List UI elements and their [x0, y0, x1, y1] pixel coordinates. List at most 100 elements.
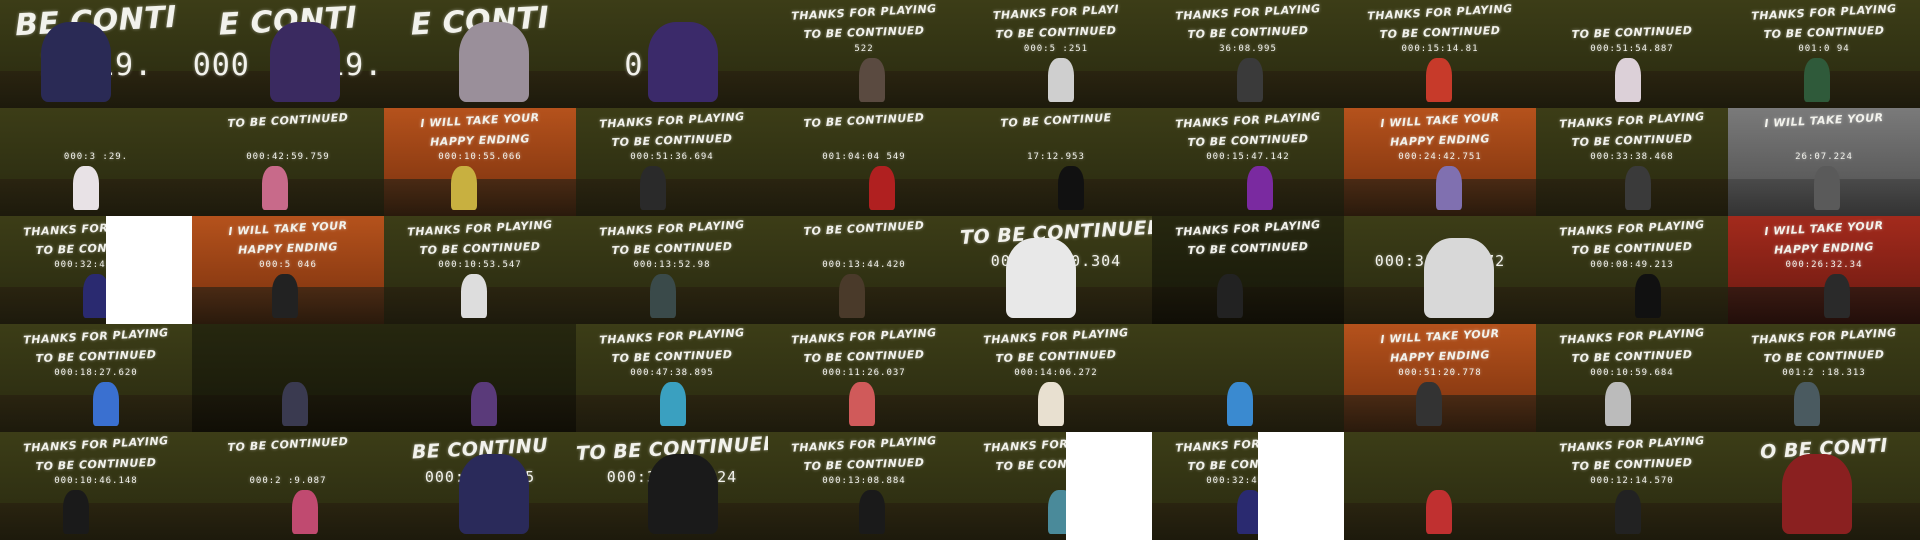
- avatar-figure: [272, 273, 298, 318]
- thumbnail-tile: THANKS FOR PLAYING TO BE CONTINUED 000:13:…: [768, 432, 960, 540]
- timer-text: 000:5 046: [259, 260, 317, 270]
- avatar-figure: [660, 381, 686, 426]
- thumbnail-tile: I WILL TAKE YOUR HAPPY ENDING 000:26:32.34: [1728, 216, 1920, 324]
- timer-text: 000:18:27.620: [54, 368, 138, 378]
- thumbnail-tile: THANKS FOR PLAYING TO BE CONTINUED 522: [768, 0, 960, 108]
- room-floor: [768, 179, 960, 216]
- timer-text: 000:42:59.759: [246, 152, 330, 162]
- thumbnail-tile: 000:3 :29.: [0, 108, 192, 216]
- timer-text: 000:13:52.98: [633, 260, 711, 270]
- thumbnail-tile: THANKS FOR PLAYING TO BE CONTINUED: [1152, 216, 1344, 324]
- avatar-figure: [1794, 381, 1820, 426]
- thumbnail-tile: BE CONTI12:19.: [0, 0, 192, 108]
- thumbnail-tile: O BE CONTI000: [1728, 432, 1920, 540]
- timer-text: 000:5 :251: [1023, 44, 1089, 54]
- thumbnail-tile: THANKS FOR PLAYING TO BE CONTINUED 000:33:…: [1536, 108, 1728, 216]
- avatar-figure: [1426, 489, 1452, 534]
- thumbnail-tile: THANKS FOR PLAYING TO BE CONTINUED: [960, 432, 1152, 540]
- timer-text: 000:26:32.34: [1785, 260, 1863, 270]
- avatar-figure: [1436, 165, 1462, 210]
- avatar-figure: [1048, 57, 1074, 102]
- thumbnail-tile: THANKS FOR PLAYING TO BE CONTINUED 36:08.9…: [1152, 0, 1344, 108]
- timer-text: 17:12.953: [1027, 152, 1085, 162]
- thumbnail-tile: [1152, 324, 1344, 432]
- avatar-figure: [282, 381, 308, 426]
- avatar-figure: [451, 165, 477, 210]
- avatar-figure: [640, 165, 666, 210]
- thumbnail-tile: THANKS FOR PLAYING TO BE CONTINUED 000:13:…: [576, 216, 768, 324]
- avatar-figure: [650, 273, 676, 318]
- timer-text: 000:2 :9.087: [249, 476, 327, 486]
- thumbnail-tile: I WILL TAKE YOUR HAPPY ENDING 000:5 046: [192, 216, 384, 324]
- thumbnail-tile: THANKS FOR PLAYING TO BE CONTINUED 000:10:…: [384, 216, 576, 324]
- avatar-figure: [648, 453, 718, 534]
- avatar-figure: [93, 381, 119, 426]
- timer-text: 000:51:20.778: [1398, 368, 1482, 378]
- room-floor: [960, 179, 1152, 216]
- thumbnail-tile: [1344, 432, 1536, 540]
- room-floor: [1728, 395, 1920, 432]
- avatar-figure: [1814, 165, 1840, 210]
- avatar-figure: [1227, 381, 1253, 426]
- thumbnail-tile: THANKS FOR PLAYING TO BE CONTINUED 001:0 9…: [1728, 0, 1920, 108]
- thumbnail-tile: THANKS FOR PLAYING TO BE CONTINUED 000:10:…: [1536, 324, 1728, 432]
- thumbnail-tile: THANKS FOR PLAYING TO BE CONTINUED 000:10:…: [0, 432, 192, 540]
- timer-text: 000:15:47.142: [1206, 152, 1290, 162]
- avatar-figure: [1006, 237, 1076, 318]
- timer-text: 000:12:14.570: [1590, 476, 1674, 486]
- avatar-figure: [1416, 381, 1442, 426]
- thumbnail-tile: TO BE CONTINUED000:38:40.304: [960, 216, 1152, 324]
- avatar-figure: [859, 57, 885, 102]
- avatar-figure: [859, 489, 885, 534]
- room-floor: [192, 503, 384, 540]
- thumbnail-tile: THANKS FOR PLAYING TO BE CONTINUED 000:12:…: [1536, 432, 1728, 540]
- avatar-figure: [1625, 165, 1651, 210]
- room-floor: [192, 179, 384, 216]
- thumbnail-tile: THANKS FOR PLAYING TO BE CONTINUED 000:18:…: [0, 324, 192, 432]
- timer-text: 522: [854, 44, 874, 54]
- avatar-figure: [461, 273, 487, 318]
- avatar-figure: [1058, 165, 1084, 210]
- avatar-figure: [292, 489, 318, 534]
- thumbnail-tile: TO BE CONTINUED 000:13:44.420: [768, 216, 960, 324]
- thumbnail-tile: THANKS FOR PLAYI TO BE CONTINUED 000:5 :25…: [960, 0, 1152, 108]
- timer-text: 000:3 :29.: [63, 152, 129, 162]
- avatar-figure: [41, 21, 111, 102]
- avatar-figure: [1615, 489, 1641, 534]
- timer-text: 000:51:36.694: [630, 152, 714, 162]
- avatar-figure: [1605, 381, 1631, 426]
- timer-text: 000:08:49.213: [1590, 260, 1674, 270]
- timer-text: 000:47:38.895: [630, 368, 714, 378]
- avatar-figure: [1635, 273, 1661, 318]
- thumbnail-tile: I WILL TAKE YOUR HAPPY ENDING 000:10:55.06…: [384, 108, 576, 216]
- timer-text: 001:04:04 549: [822, 152, 906, 162]
- room-floor: [1536, 287, 1728, 324]
- thumbnail-tile: BE CONTINU000:11:16.5: [384, 432, 576, 540]
- thumbnail-tile: THANKS FOR PLAYING TO BE CONTINUED 000:08:…: [1536, 216, 1728, 324]
- timer-text: 000:14:06.272: [1014, 368, 1098, 378]
- thumbnail-tile: TO BE CONTINUED 001:04:04 549: [768, 108, 960, 216]
- thumbnail-tile: [384, 324, 576, 432]
- thumbnail-tile: THANKS FOR PLAYING TO BE CONTINUED 000:15:…: [1344, 0, 1536, 108]
- avatar-figure: [849, 381, 875, 426]
- thumbnail-tile: TO BE CONTINUED 000:51:54.887: [1536, 0, 1728, 108]
- avatar-figure: [1824, 273, 1850, 318]
- timer-text: 000:13:08.884: [822, 476, 906, 486]
- avatar-figure: [1237, 57, 1263, 102]
- blank-region: [1257, 432, 1344, 540]
- thumbnail-tile: THANKS FOR PLAYING TO BE CONTINUED 000:14:…: [960, 324, 1152, 432]
- avatar-figure: [1424, 237, 1494, 318]
- thumbnail-tile: TO BE CONTINUED 000:42:59.759: [192, 108, 384, 216]
- avatar-figure: [839, 273, 865, 318]
- timer-text: 000:10:55.066: [438, 152, 522, 162]
- timer-text: 000:10:59.684: [1590, 368, 1674, 378]
- thumbnail-tile: THANKS FOR PLAYING TO BE CONTINUED 000:32:…: [1152, 432, 1344, 540]
- timer-text: 001:0 94: [1798, 44, 1850, 54]
- avatar-figure: [270, 21, 340, 102]
- timer-text: 000:10:53.547: [438, 260, 522, 270]
- thumbnail-tile: TO BE CONTINUE 17:12.953: [960, 108, 1152, 216]
- avatar-figure: [73, 165, 99, 210]
- timer-text: 000:11:26.037: [822, 368, 906, 378]
- avatar-figure: [869, 165, 895, 210]
- thumbnail-tile: 0 19.: [576, 0, 768, 108]
